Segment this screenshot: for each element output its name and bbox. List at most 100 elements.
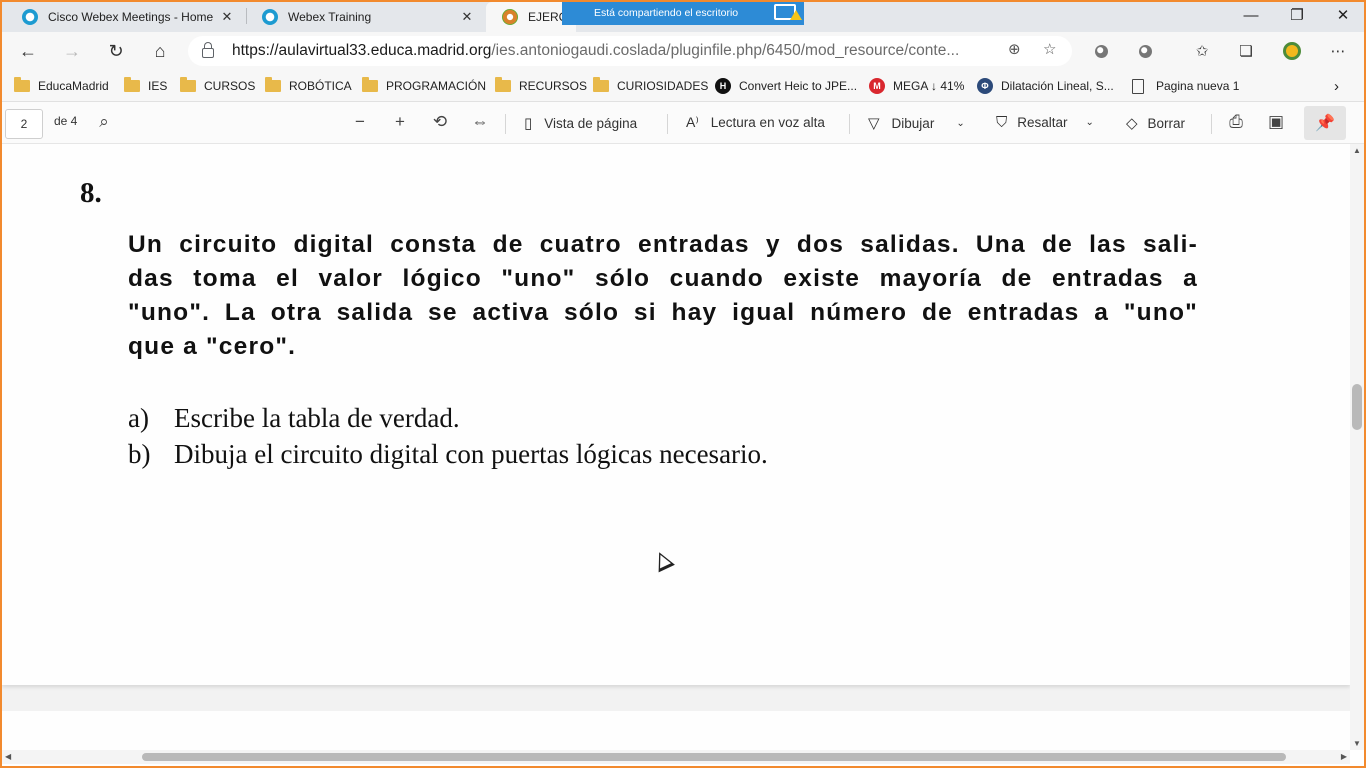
read-aloud-button[interactable]: A⁾ Lectura en voz alta bbox=[686, 114, 825, 131]
scroll-down-icon[interactable]: ▼ bbox=[1350, 739, 1364, 748]
print-icon[interactable]: ⎙ bbox=[1225, 112, 1247, 132]
tab-webex-home[interactable]: Cisco Webex Meetings - Home ✕ bbox=[6, 2, 246, 32]
statement-line: "uno". La otra salida se activa sólo si … bbox=[128, 299, 1198, 326]
vertical-scrollbar[interactable]: ▲ ▼ bbox=[1350, 144, 1364, 750]
vertical-scroll-thumb[interactable] bbox=[1352, 384, 1362, 430]
more-menu-icon[interactable]: ⋯ bbox=[1327, 40, 1349, 62]
lock-icon[interactable] bbox=[202, 42, 214, 58]
bookmark-ies[interactable]: IES bbox=[124, 76, 167, 96]
home-button[interactable]: ⌂ bbox=[145, 38, 175, 64]
question-number: 8. bbox=[80, 177, 102, 209]
extension-icon[interactable] bbox=[1090, 40, 1112, 62]
url-host: https://aulavirtual33.educa.madrid.org bbox=[232, 42, 492, 59]
horizontal-scrollbar[interactable]: ◀ ▶ bbox=[2, 750, 1350, 764]
save-icon[interactable]: ▣ bbox=[1265, 112, 1287, 132]
restore-button[interactable]: ❐ bbox=[1274, 0, 1320, 30]
moodle-icon bbox=[502, 9, 518, 25]
bookmark-label: CURIOSIDADES bbox=[617, 79, 709, 93]
pin-toolbar-button[interactable]: 📌 bbox=[1304, 106, 1346, 140]
next-pdf-page bbox=[2, 711, 1350, 750]
bookmark-curiosidades[interactable]: CURIOSIDADES bbox=[593, 76, 708, 96]
add-favorite-icon[interactable]: ☆ bbox=[1043, 40, 1056, 58]
refresh-button[interactable]: ↻ bbox=[101, 38, 131, 64]
scroll-right-icon[interactable]: ▶ bbox=[1341, 750, 1347, 764]
erase-button[interactable]: ◇ Borrar bbox=[1126, 114, 1185, 132]
erase-label: Borrar bbox=[1147, 115, 1186, 131]
back-button[interactable]: ← bbox=[13, 38, 43, 64]
folder-icon bbox=[14, 77, 30, 92]
warning-icon bbox=[790, 10, 802, 20]
bookmark-programacion[interactable]: PROGRAMACIÓN bbox=[362, 76, 486, 96]
toolbar-divider bbox=[667, 114, 668, 134]
screen-share-banner[interactable]: Está compartiendo el escritorio bbox=[562, 0, 804, 25]
extension-icon[interactable] bbox=[1134, 40, 1156, 62]
toolbar-divider bbox=[1211, 114, 1212, 134]
bookmark-educamadrid[interactable]: EducaMadrid bbox=[14, 76, 109, 96]
navigation-bar: ← → ↻ ⌂ https://aulavirtual33.educa.madr… bbox=[0, 32, 1366, 70]
list-item: a) Escribe la tabla de verdad. bbox=[128, 400, 768, 436]
pdf-toolbar: 2 de 4 ⌕ − + ⟲ ⇔ ▯ Vista de página A⁾ Le… bbox=[0, 102, 1366, 144]
bookmark-recursos[interactable]: RECURSOS bbox=[495, 76, 587, 96]
toolbar-divider bbox=[849, 114, 850, 134]
bookmark-robotica[interactable]: ROBÓTICA bbox=[265, 76, 352, 96]
rotate-icon[interactable]: ⟲ bbox=[429, 112, 451, 132]
page-view-button[interactable]: ▯ Vista de página bbox=[524, 114, 637, 132]
scroll-up-icon[interactable]: ▲ bbox=[1350, 146, 1364, 155]
read-aloud-label: Lectura en voz alta bbox=[710, 115, 825, 130]
horizontal-scroll-thumb[interactable] bbox=[142, 753, 1286, 761]
close-window-button[interactable]: ✕ bbox=[1320, 0, 1366, 30]
page-icon bbox=[1132, 78, 1144, 94]
bookmark-dilatacion[interactable]: Φ Dilatación Lineal, S... bbox=[977, 76, 1114, 96]
bookmark-label: Dilatación Lineal, S... bbox=[1001, 79, 1114, 93]
task-list: a) Escribe la tabla de verdad. b) Dibuja… bbox=[128, 400, 768, 472]
bookmark-label: EducaMadrid bbox=[38, 79, 109, 93]
minimize-button[interactable]: — bbox=[1228, 0, 1274, 30]
forward-button[interactable]: → bbox=[57, 38, 87, 64]
bookmark-label: MEGA ↓ 41% bbox=[893, 79, 965, 93]
page-number-input[interactable]: 2 bbox=[5, 109, 43, 139]
address-bar[interactable]: https://aulavirtual33.educa.madrid.org/i… bbox=[188, 36, 1072, 66]
close-tab-icon[interactable]: ✕ bbox=[218, 9, 236, 25]
chevron-down-icon[interactable]: ⌄ bbox=[956, 118, 964, 129]
highlight-button[interactable]: ⛉ Resaltar ⌄ bbox=[996, 114, 1094, 131]
fit-width-icon[interactable]: ⇔ bbox=[469, 112, 491, 132]
tab-webex-training[interactable]: Webex Training ✕ bbox=[246, 2, 486, 32]
folder-icon bbox=[124, 77, 140, 92]
zoom-icon[interactable]: ⊕ bbox=[1008, 40, 1021, 58]
item-text: Dibuja el circuito digital con puertas l… bbox=[174, 439, 768, 469]
bookmark-label: RECURSOS bbox=[519, 79, 588, 93]
close-tab-icon[interactable]: ✕ bbox=[458, 9, 476, 25]
zoom-in-icon[interactable]: + bbox=[389, 112, 411, 132]
toolbar-divider bbox=[505, 114, 506, 134]
statement-line: Un circuito digital consta de cuatro ent… bbox=[128, 231, 1198, 258]
read-aloud-icon: A⁾ bbox=[686, 114, 699, 130]
url-path: /ies.antoniogaudi.coslada/pluginfile.php… bbox=[491, 42, 960, 59]
page-view-icon: ▯ bbox=[524, 115, 533, 132]
bookmark-label: Convert Heic to JPE... bbox=[739, 79, 858, 93]
folder-icon bbox=[180, 77, 196, 92]
page-view-label: Vista de página bbox=[544, 115, 638, 131]
bookmark-convert-heic[interactable]: H Convert Heic to JPE... bbox=[715, 76, 857, 96]
folder-icon bbox=[593, 77, 609, 92]
problem-statement: Un circuito digital consta de cuatro ent… bbox=[128, 228, 1198, 364]
calculator-extension-icon[interactable] bbox=[1281, 40, 1303, 62]
item-text: Escribe la tabla de verdad. bbox=[174, 403, 460, 433]
chevron-down-icon[interactable]: ⌄ bbox=[1086, 117, 1094, 128]
highlight-label: Resaltar bbox=[1017, 115, 1068, 130]
bookmark-pagina-nueva[interactable]: Pagina nueva 1 bbox=[1132, 76, 1239, 96]
pdf-page: 8. Un circuito digital consta de cuatro … bbox=[2, 144, 1350, 685]
pdf-viewer[interactable]: 8. Un circuito digital consta de cuatro … bbox=[2, 144, 1350, 750]
bookmark-cursos[interactable]: CURSOS bbox=[180, 76, 255, 96]
more-bookmarks-chevron-icon[interactable]: › bbox=[1334, 76, 1339, 96]
zoom-out-icon[interactable]: − bbox=[349, 112, 371, 132]
folder-icon bbox=[265, 77, 281, 92]
bookmark-mega[interactable]: M MEGA ↓ 41% bbox=[869, 76, 964, 96]
collections-icon[interactable]: ❏ bbox=[1235, 40, 1257, 62]
search-icon[interactable]: ⌕ bbox=[93, 112, 115, 132]
scroll-left-icon[interactable]: ◀ bbox=[5, 750, 11, 764]
eraser-icon: ◇ bbox=[1126, 115, 1138, 132]
draw-pen-icon: ▽ bbox=[868, 115, 880, 132]
heic-site-icon: H bbox=[715, 78, 731, 94]
draw-button[interactable]: ▽ Dibujar ⌄ bbox=[868, 114, 965, 132]
favorites-icon[interactable]: ✩ bbox=[1191, 40, 1213, 62]
